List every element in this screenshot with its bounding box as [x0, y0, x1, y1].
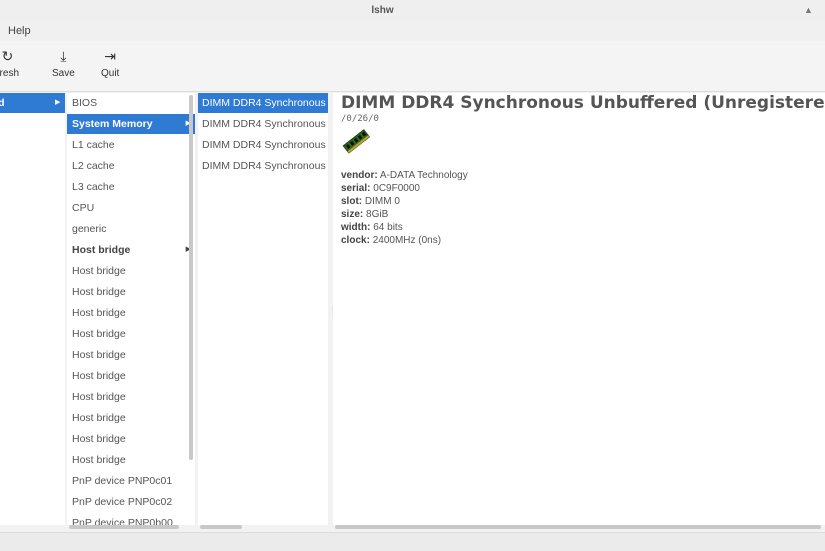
list-item[interactable]: L3 cache — [67, 177, 195, 197]
window-title: lshw — [371, 5, 394, 16]
quit-button[interactable]: ⇥ Quit — [101, 47, 119, 79]
list-item-label: PnP device PNP0c01 — [72, 475, 173, 487]
list-item-label: L2 cache — [72, 160, 115, 172]
list-item[interactable]: Host bridge — [67, 303, 195, 323]
list-item-label: System Memory — [72, 118, 153, 130]
list-item[interactable]: Host bridge — [67, 387, 195, 407]
list-item[interactable]: Host bridge — [67, 450, 195, 470]
column-2-horizontal-scrollbar[interactable] — [69, 525, 179, 529]
list-item[interactable]: Host bridge — [67, 324, 195, 344]
list-item-label: Host bridge — [72, 370, 126, 382]
list-item-label: Host bridge — [72, 412, 126, 424]
list-item[interactable]: PnP device PNP0c01 — [67, 471, 195, 491]
list-item[interactable]: L2 cache — [67, 156, 195, 176]
list-item[interactable]: Host bridge — [67, 282, 195, 302]
list-item-label: rd — [0, 97, 5, 109]
list-item-label: DIMM DDR4 Synchronous Unbuffered (Unregi… — [202, 118, 328, 130]
list-item-label: Host bridge — [72, 328, 126, 340]
list-item[interactable]: generic — [67, 219, 195, 239]
list-item[interactable]: CPU — [67, 198, 195, 218]
quit-label: Quit — [101, 68, 120, 79]
refresh-button[interactable]: ↻ Refresh — [0, 47, 19, 79]
column-3-horizontal-scrollbar[interactable] — [200, 525, 242, 529]
list-item[interactable]: DIMM DDR4 Synchronous Unbuffered (Unregi… — [198, 135, 328, 155]
list-item-label: L3 cache — [72, 181, 115, 193]
list-item-label: Host bridge — [72, 265, 126, 277]
detail-horizontal-scrollbar[interactable] — [335, 525, 821, 529]
list-item[interactable]: Host bridge — [67, 345, 195, 365]
list-item-label: PnP device PNP0b00 — [72, 517, 173, 525]
property-width: width: 64 bits — [341, 222, 403, 233]
list-item-label: Host bridge — [72, 307, 126, 319]
property-clock: clock: 2400MHz (0ns) — [341, 235, 442, 246]
property-slot: slot: DIMM 0 — [341, 196, 400, 207]
status-bar — [0, 532, 825, 551]
list-item[interactable]: System Memory▶ — [67, 114, 195, 134]
window-control-icon[interactable]: ▲ — [804, 5, 813, 15]
list-item-label: DIMM DDR4 Synchronous Unbuffered (Unregi… — [202, 160, 328, 172]
refresh-label: Refresh — [0, 68, 20, 79]
list-item-label: DIMM DDR4 Synchronous Unbuffered (Unregi… — [202, 97, 328, 109]
list-item-label: Host bridge — [72, 349, 126, 361]
save-icon: ⤓ — [60, 48, 67, 64]
list-item[interactable]: Host bridge — [67, 366, 195, 386]
detail-path: /0/26/0 — [341, 114, 379, 124]
list-item[interactable]: L1 cache — [67, 135, 195, 155]
quit-icon: ⇥ — [104, 48, 117, 64]
list-item[interactable]: DIMM DDR4 Synchronous Unbuffered (Unregi… — [198, 156, 328, 176]
device-tree-column-2[interactable]: BIOS System Memory▶ L1 cache L2 cache L3… — [67, 93, 195, 525]
list-item[interactable]: PnP device PNP0b00 — [67, 513, 195, 525]
list-item-label: CPU — [72, 202, 95, 214]
device-tree-column-3[interactable]: DIMM DDR4 Synchronous Unbuffered (Unregi… — [198, 93, 328, 525]
list-item[interactable]: DIMM DDR4 Synchronous Unbuffered (Unregi… — [198, 93, 328, 113]
list-item-label: Host bridge — [72, 391, 126, 403]
list-item[interactable]: rd ▶ — [0, 93, 65, 113]
device-tree-column-1[interactable]: rd ▶ — [0, 93, 65, 525]
list-item[interactable]: DIMM DDR4 Synchronous Unbuffered (Unregi… — [198, 114, 328, 134]
list-item-label: Host bridge — [72, 454, 126, 466]
list-item[interactable]: Host bridge▶ — [67, 240, 195, 260]
property-vendor: vendor: A-DATA Technology — [341, 170, 468, 181]
title-bar: lshw ▲ — [0, 0, 825, 22]
list-item-label: Host bridge — [72, 244, 131, 256]
toolbar: ↻ Refresh ⤓ Save ⇥ Quit — [0, 41, 825, 92]
property-serial: serial: 0C9F0000 — [341, 183, 420, 194]
detail-pane: DIMM DDR4 Synchronous Unbuffered (Unregi… — [333, 93, 825, 525]
menu-help[interactable]: Help — [8, 25, 31, 37]
list-item-label: Host bridge — [72, 286, 126, 298]
list-item[interactable]: Host bridge — [67, 261, 195, 281]
list-item-label: L1 cache — [72, 139, 115, 151]
list-item[interactable]: Host bridge — [67, 408, 195, 428]
list-item-label: generic — [72, 223, 107, 235]
list-item-label: Host bridge — [72, 433, 126, 445]
list-item-label: BIOS — [72, 97, 98, 109]
memory-module-icon — [341, 126, 371, 159]
column-2-scrollbar[interactable] — [189, 95, 193, 460]
menu-bar: Help — [0, 22, 825, 42]
detail-title: DIMM DDR4 Synchronous Unbuffered (Unregi… — [341, 93, 825, 113]
save-label: Save — [52, 68, 75, 79]
refresh-icon: ↻ — [1, 48, 14, 64]
list-item-label: PnP device PNP0c02 — [72, 496, 173, 508]
save-button[interactable]: ⤓ Save — [52, 47, 75, 79]
list-item[interactable]: PnP device PNP0c02 — [67, 492, 195, 512]
list-item-label: DIMM DDR4 Synchronous Unbuffered (Unregi… — [202, 139, 328, 151]
property-size: size: 8GiB — [341, 209, 389, 220]
list-item[interactable]: Host bridge — [67, 429, 195, 449]
property-list: vendor: A-DATA Technology serial: 0C9F00… — [341, 169, 468, 247]
list-item[interactable]: BIOS — [67, 93, 195, 113]
